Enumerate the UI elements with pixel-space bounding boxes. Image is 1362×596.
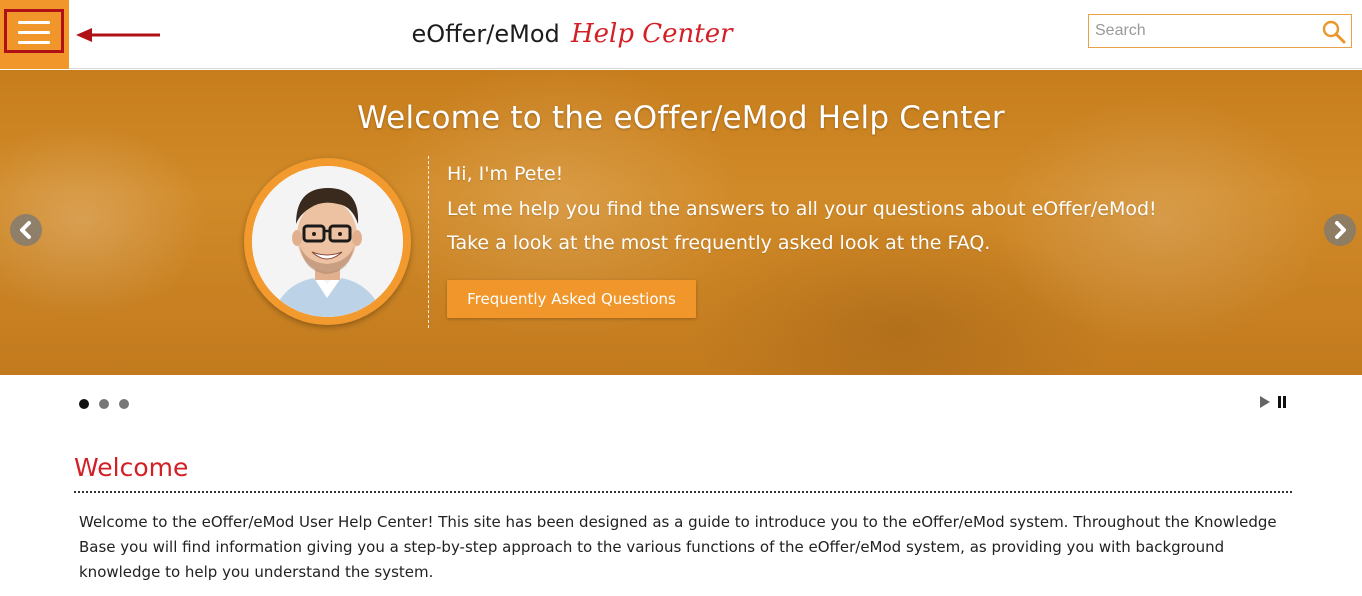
search-input[interactable] (1089, 15, 1317, 47)
site-title: eOffer/eMod Help Center (0, 16, 1144, 51)
hero-faq-text: Take a look at the most frequently asked… (447, 232, 991, 254)
avatar (252, 166, 403, 317)
carousel-dot-3[interactable] (119, 399, 129, 409)
magnifier-icon[interactable] (1321, 19, 1347, 45)
hero-banner: Welcome to the eOffer/eMod Help Center H… (0, 70, 1362, 375)
carousel-dot-2[interactable] (99, 399, 109, 409)
avatar-portrait-icon (252, 166, 403, 317)
chevron-left-icon (20, 221, 31, 239)
carousel-next-button[interactable] (1324, 214, 1356, 246)
welcome-body: Welcome to the eOffer/eMod User Help Cen… (79, 513, 1277, 581)
hero-greeting: Hi, I'm Pete! (447, 163, 564, 185)
pause-icon[interactable] (1277, 396, 1287, 408)
hero-divider (428, 156, 429, 328)
site-header: eOffer/eMod Help Center (0, 0, 1362, 69)
carousel-dot-1[interactable] (79, 399, 89, 409)
site-title-accent: Help Center (570, 19, 733, 49)
search-box (1088, 14, 1352, 48)
faq-button[interactable]: Frequently Asked Questions (447, 280, 696, 318)
site-title-main: eOffer/eMod (411, 20, 560, 48)
hero-title: Welcome to the eOffer/eMod Help Center (357, 100, 1005, 136)
carousel-prev-button[interactable] (10, 214, 42, 246)
chevron-right-icon (1335, 221, 1346, 239)
welcome-heading: Welcome (74, 453, 189, 482)
avatar-frame (244, 158, 411, 325)
welcome-divider (74, 491, 1292, 493)
hero-help-text: Let me help you find the answers to all … (447, 198, 1157, 220)
play-icon[interactable] (1260, 396, 1270, 408)
